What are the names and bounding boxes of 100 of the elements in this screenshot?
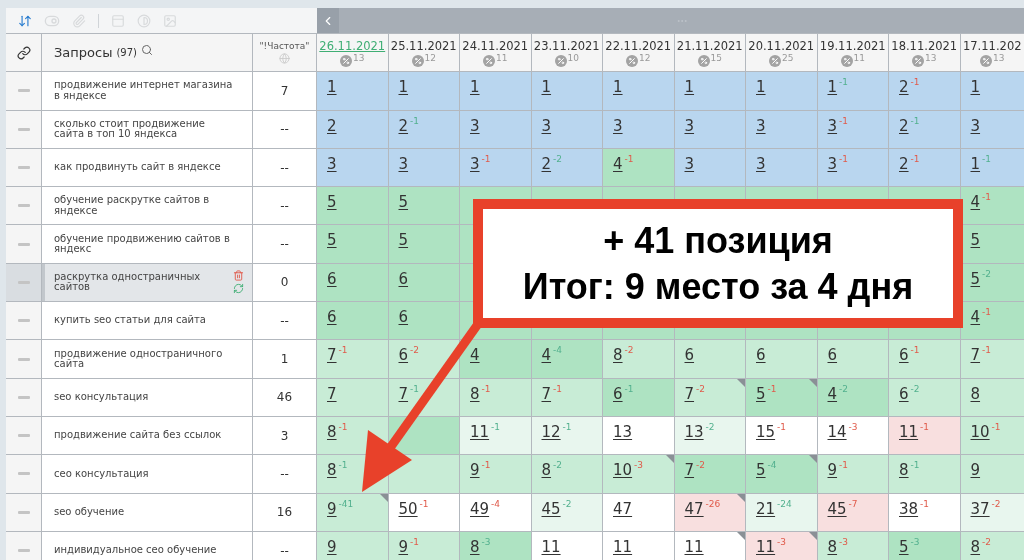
position-link[interactable]: 5 [398,193,409,212]
position-link[interactable]: 47 [613,499,633,518]
position-link[interactable]: 6 [827,346,838,365]
minus-icon[interactable] [17,127,30,131]
contrast-icon[interactable] [137,13,151,28]
link-icon[interactable] [16,45,31,60]
date-label[interactable]: 17.11.202 [963,38,1022,53]
row-handle-cell[interactable] [6,302,41,340]
position-link[interactable]: 4 [970,193,981,212]
position-link[interactable]: 7 [327,346,337,365]
row-handle-cell[interactable] [6,148,41,187]
minus-icon[interactable] [17,510,30,514]
position-link[interactable]: 50 [398,499,418,518]
position-link[interactable]: 1 [684,78,695,97]
position-link[interactable]: 6 [756,346,766,365]
position-link[interactable]: 6 [398,346,409,365]
minus-icon[interactable] [17,319,30,323]
row-handle-cell[interactable] [6,378,41,416]
minus-icon[interactable] [17,357,30,361]
position-link[interactable]: 8 [470,384,480,403]
position-link[interactable]: 3 [327,154,337,173]
position-link[interactable]: 14 [827,422,847,441]
date-label[interactable]: 21.11.2021 [676,38,743,53]
position-link[interactable]: 6 [398,269,409,288]
row-handle-cell[interactable] [6,187,41,225]
position-link[interactable]: 7 [970,346,981,365]
position-link[interactable]: 3 [470,116,480,135]
row-handle-cell[interactable] [6,416,41,455]
image-icon[interactable] [163,13,177,28]
position-link[interactable]: 9 [398,537,409,556]
position-link[interactable]: 45 [541,499,561,518]
position-link[interactable]: 5 [756,384,766,403]
position-link[interactable]: 1 [756,78,766,97]
position-link[interactable]: 7 [398,384,409,403]
position-link[interactable]: 10 [970,422,990,441]
position-link[interactable]: 1 [398,78,409,97]
position-link[interactable]: 1 [827,78,838,97]
position-link[interactable]: 13 [684,422,704,441]
position-link[interactable]: 3 [827,154,838,173]
minus-icon[interactable] [17,472,30,476]
position-link[interactable]: 1 [470,78,480,97]
position-link[interactable]: 6 [899,346,909,365]
position-link[interactable]: 11 [470,422,490,441]
position-link[interactable]: 38 [899,499,919,518]
position-link[interactable]: 1 [970,78,981,97]
minus-icon[interactable] [17,434,30,438]
date-header-cell[interactable]: 17.11.202 13 [960,34,1024,72]
date-header-cell[interactable]: 21.11.2021 15 [674,34,745,72]
date-header-cell[interactable]: 20.11.2021 25 [746,34,817,72]
position-link[interactable]: 5 [899,537,909,556]
position-link[interactable]: 2 [899,116,909,135]
position-link[interactable]: 4 [541,346,552,365]
position-link[interactable]: 11 [613,537,633,556]
date-header-cell[interactable]: 22.11.2021 12 [603,34,674,72]
refresh-icon[interactable] [233,283,244,295]
row-handle-cell[interactable] [6,110,41,148]
position-link[interactable]: 6 [613,384,623,403]
position-link[interactable]: 8 [541,461,552,480]
position-link[interactable]: 7 [684,461,695,480]
row-handle-cell[interactable] [6,455,41,493]
position-link[interactable]: 5 [327,231,337,250]
position-link[interactable]: 10 [613,461,633,480]
delete-icon[interactable] [233,270,244,282]
position-link[interactable]: 7 [541,384,552,403]
position-link[interactable]: 11 [541,537,561,556]
percent-icon[interactable] [411,54,424,67]
date-label[interactable]: 24.11.2021 [462,38,529,53]
position-link[interactable]: 7 [327,384,337,403]
position-link[interactable]: 5 [756,461,766,480]
percent-icon[interactable] [483,54,495,67]
row-handle-cell[interactable] [6,72,41,110]
position-link[interactable]: 15 [756,422,776,441]
position-link[interactable]: 8 [470,537,480,556]
position-link[interactable]: 11 [684,537,704,556]
minus-icon[interactable] [17,395,30,399]
position-link[interactable]: 13 [613,422,633,441]
row-handle-cell[interactable] [6,493,41,531]
position-link[interactable]: 2 [541,154,552,173]
position-link[interactable]: 1 [327,78,337,97]
position-link[interactable]: 8 [970,384,981,403]
position-link[interactable]: 11 [899,422,919,441]
position-link[interactable]: 8 [899,461,909,480]
position-link[interactable]: 3 [398,154,409,173]
position-link[interactable]: 5 [398,231,409,250]
position-link[interactable]: 21 [756,499,776,518]
position-link[interactable]: 9 [970,461,981,480]
position-link[interactable]: 8 [827,537,838,556]
date-header-cell[interactable]: 23.11.2021 10 [531,34,602,72]
position-link[interactable]: 6 [684,346,695,365]
position-link[interactable]: 12 [541,422,561,441]
date-label[interactable]: 19.11.2021 [819,38,886,53]
position-link[interactable]: 5 [970,269,981,288]
position-link[interactable]: 8 [327,461,337,480]
percent-icon[interactable] [697,54,710,67]
date-label[interactable]: 22.11.2021 [605,38,672,53]
position-link[interactable]: 8 [327,422,337,441]
position-link[interactable]: 7 [684,384,695,403]
search-icon[interactable] [140,43,153,56]
position-link[interactable]: 3 [756,154,766,173]
position-link[interactable]: 5 [327,193,337,212]
